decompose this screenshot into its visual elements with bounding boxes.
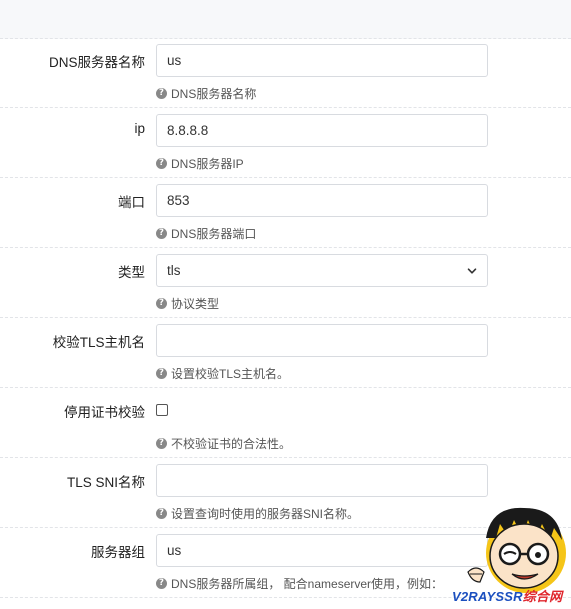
tls-sni-input[interactable] <box>156 464 488 497</box>
watermark-text-part2: 综合网 <box>522 589 563 604</box>
chevron-down-icon <box>467 267 477 274</box>
top-strip <box>0 0 571 39</box>
server-group-input[interactable] <box>156 534 488 567</box>
help-icon: ? <box>156 158 167 169</box>
name-help-text: DNS服务器名称 <box>171 87 257 101</box>
server-group-label: 服务器组 <box>91 545 145 560</box>
help-icon: ? <box>156 298 167 309</box>
ip-help-text: DNS服务器IP <box>171 157 244 171</box>
help-icon: ? <box>156 438 167 449</box>
tls-sni-help: ? 设置查询时使用的服务器SNI名称。 <box>156 505 359 522</box>
form-row-name: DNS服务器名称 ? DNS服务器名称 <box>0 38 571 108</box>
tls-hostname-help-text: 设置校验TLS主机名。 <box>171 367 290 381</box>
name-help: ? DNS服务器名称 <box>156 85 256 102</box>
type-help-text: 协议类型 <box>171 297 220 311</box>
help-icon: ? <box>156 508 167 519</box>
disable-cert-label: 停用证书校验 <box>64 405 145 420</box>
ip-input[interactable] <box>156 114 488 147</box>
disable-cert-checkbox[interactable] <box>156 404 168 416</box>
form-row-type: 类型 tls ? 协议类型 <box>0 248 571 318</box>
port-input[interactable] <box>156 184 488 217</box>
help-icon: ? <box>156 368 167 379</box>
disable-cert-help-text: 不校验证书的合法性。 <box>171 437 292 451</box>
ip-help: ? DNS服务器IP <box>156 155 244 172</box>
name-label: DNS服务器名称 <box>48 55 145 70</box>
server-group-help: ? DNS服务器所属组， 配合nameserver使用，例如： <box>156 575 443 592</box>
watermark-text-part1: V2RAYSSR <box>452 589 523 604</box>
type-select[interactable]: tls <box>156 254 488 287</box>
name-input[interactable] <box>156 44 488 77</box>
tls-sni-help-text: 设置查询时使用的服务器SNI名称。 <box>171 507 360 521</box>
disable-cert-help: ? 不校验证书的合法性。 <box>156 435 291 452</box>
tls-hostname-input[interactable] <box>156 324 488 357</box>
port-help: ? DNS服务器端口 <box>156 225 256 242</box>
type-help: ? 协议类型 <box>156 295 219 312</box>
tls-hostname-help: ? 设置校验TLS主机名。 <box>156 365 289 382</box>
watermark-text: V2RAYSSR综合网 <box>452 586 562 605</box>
tls-sni-label: TLS SNI名称 <box>66 475 145 490</box>
form-row-port: 端口 ? DNS服务器端口 <box>0 178 571 248</box>
form-row-disable-cert: 停用证书校验 ? 不校验证书的合法性。 <box>0 388 571 458</box>
form-row-ip: ip ? DNS服务器IP <box>0 108 571 178</box>
help-icon: ? <box>156 88 167 99</box>
ip-label: ip <box>134 121 145 136</box>
port-help-text: DNS服务器端口 <box>171 227 257 241</box>
server-group-help-text: DNS服务器所属组， 配合nameserver使用，例如： <box>171 577 444 591</box>
port-label: 端口 <box>118 195 145 210</box>
type-label: 类型 <box>118 265 145 280</box>
form-row-tls-hostname: 校验TLS主机名 ? 设置校验TLS主机名。 <box>0 318 571 388</box>
help-icon: ? <box>156 578 167 589</box>
tls-hostname-label: 校验TLS主机名 <box>52 335 145 350</box>
help-icon: ? <box>156 228 167 239</box>
type-select-value: tls <box>167 263 181 278</box>
